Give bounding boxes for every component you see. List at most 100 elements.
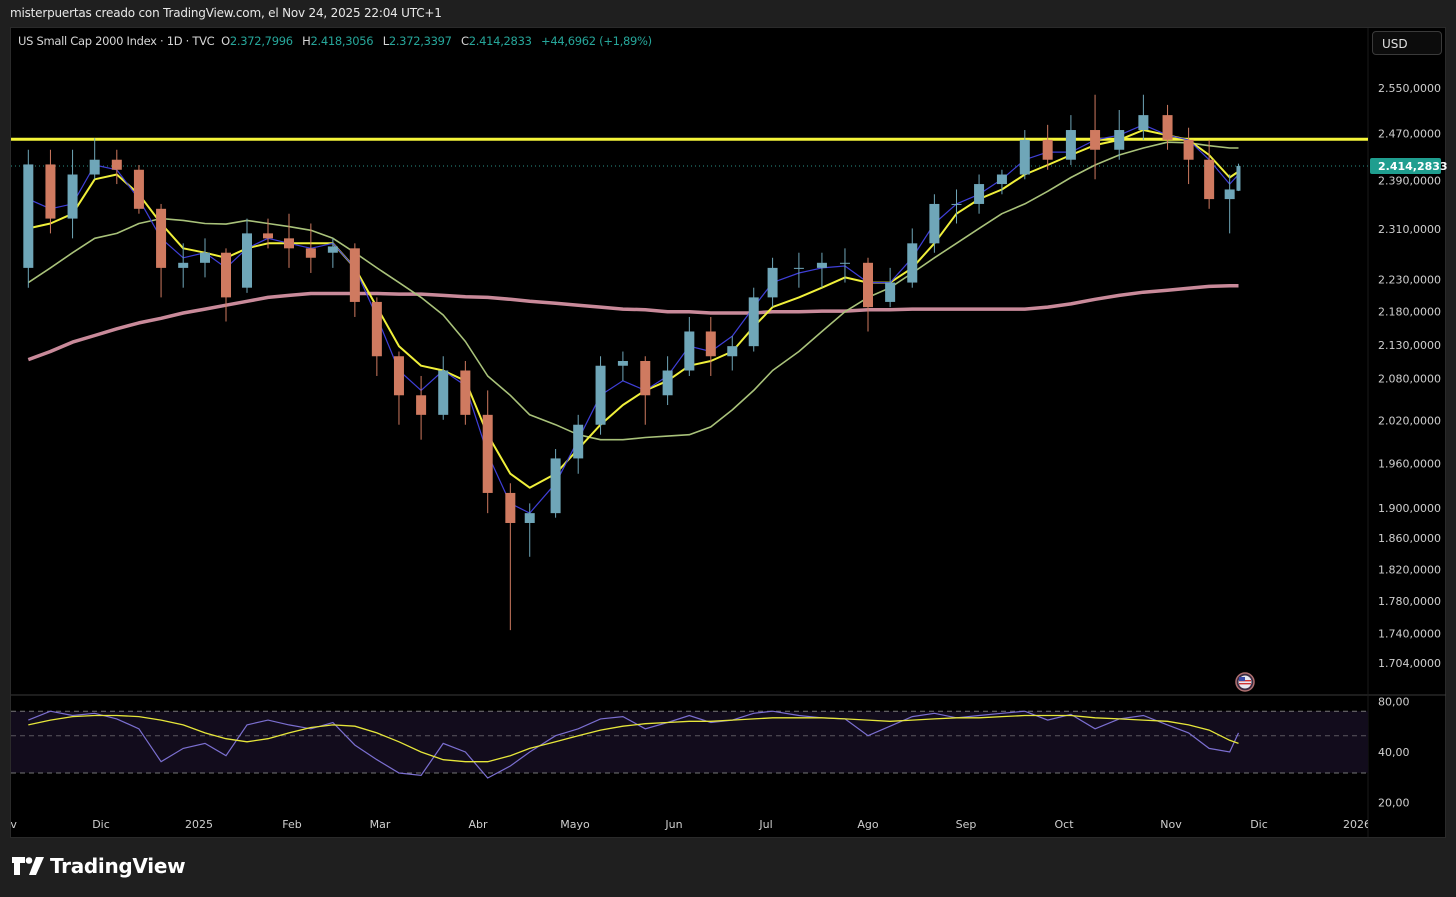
candle-body xyxy=(89,159,100,175)
candle xyxy=(573,414,584,474)
price-tick-label: 2.550,0000 xyxy=(1378,82,1441,95)
candle-body xyxy=(705,331,716,357)
candle xyxy=(45,149,56,234)
candle-body xyxy=(1042,139,1053,160)
candle-body xyxy=(748,297,759,347)
price-chart[interactable]: 2.550,0000 2.470,0000 2.390,0000 2.310,0000… xyxy=(0,0,1456,897)
candle-body xyxy=(974,184,985,204)
open-label: O xyxy=(221,34,230,48)
candle xyxy=(482,390,493,514)
time-tick-label: 2026 xyxy=(1343,818,1371,831)
candle-body xyxy=(284,238,294,249)
candle xyxy=(767,257,778,308)
candle-body xyxy=(178,262,189,268)
candle xyxy=(1138,94,1149,140)
candle xyxy=(550,449,561,518)
candle-body xyxy=(1162,115,1173,140)
candle xyxy=(595,356,606,435)
brand-name: TradingView xyxy=(50,854,186,878)
candle-body xyxy=(767,267,778,298)
time-axis[interactable]: Nov Dic 2025 Feb Mar Abr Mayo Jun Jul Ago Sep Oct No… xyxy=(0,818,1371,831)
candle xyxy=(438,356,449,420)
candle-body xyxy=(1138,115,1149,131)
candle-body xyxy=(263,233,273,239)
us-flag-icon[interactable] xyxy=(1235,672,1255,692)
time-tick-label: Ago xyxy=(857,818,879,831)
candle-body xyxy=(305,248,316,258)
candle xyxy=(1224,174,1235,234)
candle-body xyxy=(684,331,695,371)
candle xyxy=(221,248,231,322)
candle xyxy=(705,316,716,376)
candle xyxy=(416,375,427,440)
candle-body xyxy=(349,248,360,302)
rsi-axis[interactable]: 80,00 40,00 20,00 xyxy=(1378,696,1410,810)
candle-body xyxy=(907,243,918,283)
candle-body xyxy=(460,370,471,415)
candle-body xyxy=(524,513,535,523)
candle xyxy=(793,252,804,288)
candle-body xyxy=(133,169,144,209)
candle-body xyxy=(662,370,673,396)
price-tick-label: 2.080,0000 xyxy=(1378,373,1441,386)
last-price-marker: 2.414,2833 xyxy=(1370,158,1448,175)
candle-body xyxy=(371,301,382,357)
candle xyxy=(284,213,294,268)
candle-body xyxy=(1090,130,1101,150)
time-tick-label: Mayo xyxy=(560,818,590,831)
close-label: C xyxy=(461,34,469,48)
candle-body xyxy=(929,203,940,244)
candle-body xyxy=(640,360,651,396)
candle-body xyxy=(45,164,56,219)
candle-body xyxy=(242,233,252,288)
candle-body xyxy=(863,262,873,308)
time-tick-label: Jun xyxy=(664,818,682,831)
candle xyxy=(133,165,144,214)
moving-average-sma-50 xyxy=(27,141,1239,441)
candle xyxy=(727,336,738,371)
candle xyxy=(1019,130,1030,180)
candle xyxy=(974,174,985,214)
price-tick-label: 1.900,0000 xyxy=(1378,502,1441,515)
rsi-band xyxy=(11,711,1368,773)
low-label: L xyxy=(382,34,389,48)
candle xyxy=(1183,127,1194,185)
time-tick-label: Jul xyxy=(758,818,772,831)
candle-body xyxy=(1065,130,1076,160)
time-tick-label: Dic xyxy=(1250,818,1268,831)
candle xyxy=(371,297,382,376)
candle xyxy=(748,287,759,352)
candle-body xyxy=(550,458,561,514)
high-value: 2.418,3056 xyxy=(310,34,374,48)
rsi-pane xyxy=(11,710,1368,774)
candle xyxy=(23,149,34,288)
symbol-name: US Small Cap 2000 Index · 1D · TVC xyxy=(18,34,215,48)
price-tick-label: 1.860,0000 xyxy=(1378,532,1441,545)
price-tick-label: 2.130,0000 xyxy=(1378,339,1441,352)
candle xyxy=(907,228,918,288)
price-tick-label: 2.230,0000 xyxy=(1378,273,1441,286)
candle xyxy=(393,351,404,425)
candle xyxy=(1114,109,1125,160)
candle-body xyxy=(1204,159,1215,200)
time-tick-label: Mar xyxy=(370,818,391,831)
moving-average-ema-fast xyxy=(28,124,1239,514)
candle xyxy=(863,257,873,332)
tradingview-logo[interactable]: TradingView xyxy=(12,854,186,878)
candle-body xyxy=(111,159,122,170)
currency-button[interactable]: USD xyxy=(1372,31,1442,55)
candle-body xyxy=(482,414,493,493)
candle-body xyxy=(839,262,850,264)
candle xyxy=(505,483,516,631)
candle xyxy=(885,267,896,308)
open-value: 2.372,7996 xyxy=(229,34,293,48)
price-tick-label: 2.310,0000 xyxy=(1378,223,1441,236)
candle xyxy=(662,356,673,406)
price-tick-label: 1.740,0000 xyxy=(1378,627,1441,640)
time-tick-label: Nov xyxy=(1160,818,1182,831)
candle xyxy=(1236,163,1241,192)
candle-body xyxy=(393,356,404,396)
symbol-legend[interactable]: US Small Cap 2000 Index · 1D · TVC O2.37… xyxy=(18,34,658,48)
last-price-label: 2.414,2833 xyxy=(1378,160,1448,173)
candle xyxy=(640,356,651,425)
